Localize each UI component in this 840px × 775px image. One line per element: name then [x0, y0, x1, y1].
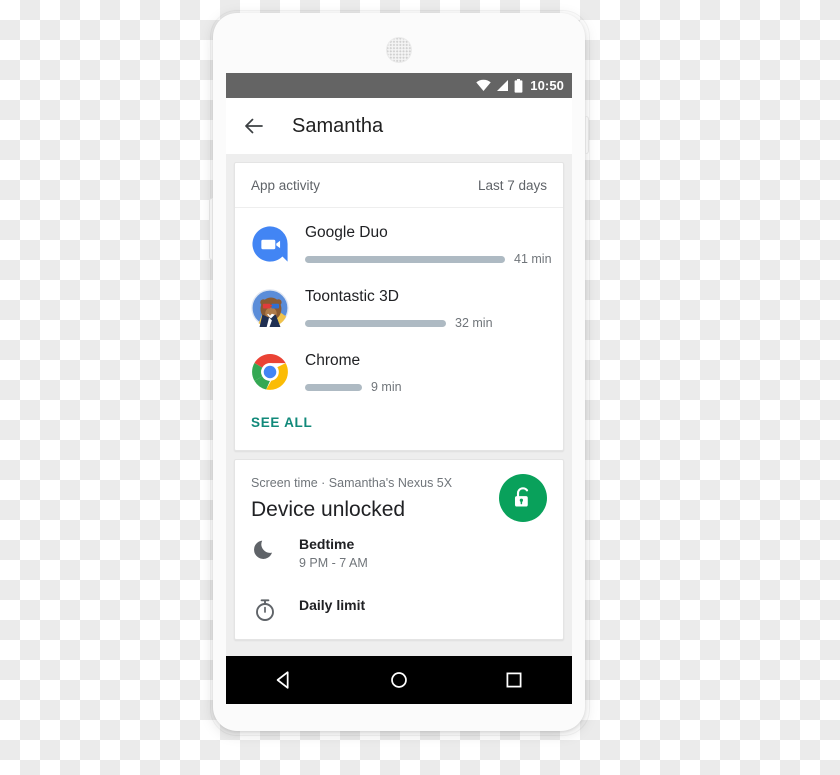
back-triangle-icon[interactable]	[273, 669, 295, 691]
recents-square-icon[interactable]	[503, 669, 525, 691]
setting-text: Daily limit	[299, 596, 365, 614]
unlocked-padlock-icon	[514, 487, 529, 507]
list-item[interactable]: Chrome 9 min	[235, 340, 563, 404]
power-button[interactable]	[585, 116, 589, 154]
screen-time-card: Screen time · Samantha's Nexus 5X Device…	[234, 459, 564, 640]
status-bar-clock: 10:50	[530, 78, 564, 93]
app-usage-time: 41 min	[514, 252, 552, 266]
app-usage-meter: 32 min	[305, 316, 547, 330]
list-item-content: Chrome 9 min	[305, 350, 547, 394]
app-bar: Samantha	[226, 98, 572, 154]
crescent-moon-icon	[254, 540, 272, 559]
android-navigation-bar	[226, 656, 572, 704]
app-usage-time: 32 min	[455, 316, 493, 330]
earpiece-speaker	[386, 37, 412, 63]
setting-text: Bedtime 9 PM - 7 AM	[299, 535, 368, 570]
usage-bar	[305, 255, 505, 263]
app-usage-meter: 9 min	[305, 380, 547, 394]
setting-value: 9 PM - 7 AM	[299, 556, 368, 570]
phone-screen: 10:50 Samantha App activity Last 7 days	[226, 73, 572, 704]
phone-device: 10:50 Samantha App activity Last 7 days	[209, 10, 590, 736]
home-circle-icon[interactable]	[388, 669, 410, 691]
google-duo-icon	[252, 226, 288, 262]
app-activity-range: Last 7 days	[477, 178, 547, 193]
app-usage-meter: 41 min	[305, 252, 552, 266]
cell-signal-icon	[497, 80, 509, 91]
app-name: Chrome	[305, 352, 361, 369]
toontastic-icon	[251, 289, 289, 327]
usage-bar	[305, 319, 446, 327]
chrome-icon	[252, 353, 288, 390]
page-title: Samantha	[292, 114, 384, 137]
list-item-content: Google Duo 41 min	[305, 222, 552, 266]
list-item[interactable]: Google Duo 41 min	[235, 212, 563, 276]
volume-rocker-button[interactable]	[209, 198, 213, 260]
usage-bar	[305, 383, 362, 391]
app-usage-time: 9 min	[371, 380, 402, 394]
app-name: Toontastic 3D	[305, 288, 399, 305]
setting-row-bedtime[interactable]: Bedtime 9 PM - 7 AM	[251, 522, 547, 583]
wifi-icon	[476, 79, 491, 91]
device-lock-status-badge[interactable]	[499, 474, 547, 522]
scroll-content: App activity Last 7 days Google Duo 41 m…	[226, 162, 572, 640]
see-all-row: SEE ALL	[235, 404, 563, 450]
status-bar: 10:50	[226, 73, 572, 98]
list-item-content: Toontastic 3D 32 min	[305, 286, 547, 330]
list-item[interactable]: Toontastic 3D 32 min	[235, 276, 563, 340]
setting-label: Daily limit	[299, 597, 366, 613]
stopwatch-icon	[256, 599, 274, 621]
setting-row-daily-limit[interactable]: Daily limit	[251, 583, 547, 635]
app-activity-header: App activity Last 7 days	[235, 163, 563, 208]
app-activity-card: App activity Last 7 days Google Duo 41 m…	[234, 162, 564, 451]
see-all-button[interactable]: SEE ALL	[251, 415, 312, 430]
app-activity-title: App activity	[251, 178, 321, 193]
battery-icon	[514, 78, 523, 93]
app-activity-list: Google Duo 41 min Toontastic 3D 32 min C…	[235, 208, 563, 404]
app-name: Google Duo	[305, 224, 388, 241]
setting-label: Bedtime	[299, 536, 355, 552]
back-arrow-icon[interactable]	[242, 114, 266, 138]
